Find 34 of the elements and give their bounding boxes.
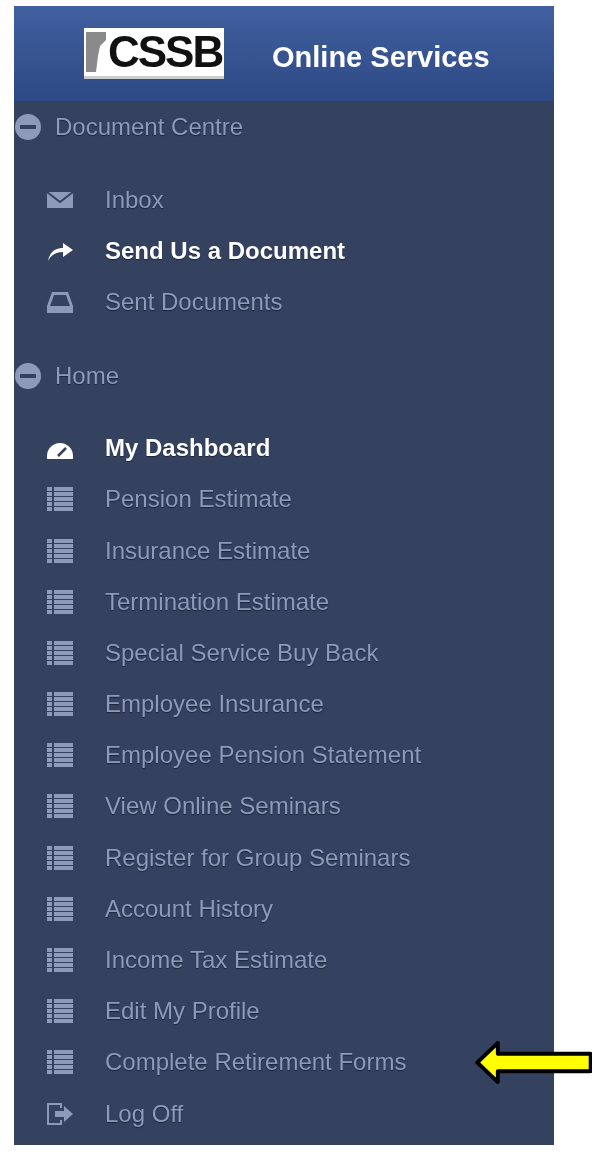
menu-item[interactable]: My Dashboard bbox=[14, 434, 271, 463]
menu-item[interactable]: Sent Documents bbox=[14, 287, 283, 316]
list-icon bbox=[46, 997, 74, 1026]
section-header[interactable]: Home bbox=[14, 349, 554, 402]
list-icon bbox=[46, 894, 74, 923]
menu-item[interactable]: Insurance Estimate bbox=[14, 536, 311, 565]
header-title: Online Services bbox=[272, 41, 490, 74]
menu-item[interactable]: Income Tax Estimate bbox=[14, 946, 328, 975]
menu-item[interactable]: Special Service Buy Back bbox=[14, 638, 379, 667]
list-icon bbox=[46, 638, 74, 667]
menu-item[interactable]: View Online Seminars bbox=[14, 792, 341, 821]
menu-item[interactable]: Edit My Profile bbox=[14, 997, 260, 1026]
menu-item[interactable]: Termination Estimate bbox=[14, 587, 330, 616]
menu-item[interactable]: Complete Retirement Forms bbox=[14, 1048, 407, 1077]
menu-item[interactable]: Employee Pension Statement bbox=[14, 741, 422, 770]
menu-item[interactable]: Send Us a Document bbox=[14, 236, 346, 265]
menu-item[interactable]: Account History bbox=[14, 894, 274, 923]
list-icon bbox=[46, 741, 74, 770]
menu-item[interactable]: Register for Group Seminars bbox=[14, 843, 411, 872]
list-icon bbox=[46, 946, 74, 975]
menu-item[interactable]: Pension Estimate bbox=[14, 485, 292, 514]
list-icon bbox=[46, 1048, 74, 1077]
list-icon bbox=[46, 485, 74, 514]
list-icon bbox=[46, 690, 74, 719]
section-header[interactable]: Document Centre bbox=[14, 101, 554, 153]
logo-text: CSSB bbox=[108, 30, 223, 74]
list-icon bbox=[46, 843, 74, 872]
list-icon bbox=[46, 792, 74, 821]
menu-item[interactable]: Log Off bbox=[14, 1099, 184, 1128]
menu-item[interactable]: Employee Insurance bbox=[14, 690, 324, 719]
menu-item[interactable]: Inbox bbox=[14, 185, 164, 214]
list-icon bbox=[46, 587, 74, 616]
list-icon bbox=[46, 536, 74, 565]
province-shape-icon bbox=[86, 32, 106, 72]
